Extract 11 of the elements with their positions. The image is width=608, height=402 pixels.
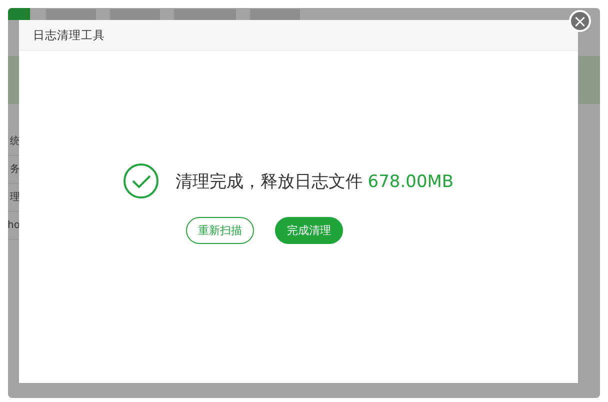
- tab[interactable]: [46, 9, 96, 20]
- rescan-button[interactable]: 重新扫描: [186, 217, 254, 244]
- result-message: 清理完成，释放日志文件 678.00MB: [175, 170, 454, 192]
- close-button[interactable]: ×: [569, 10, 591, 32]
- finish-button[interactable]: 完成清理: [275, 217, 343, 244]
- tab[interactable]: [250, 9, 300, 20]
- tab[interactable]: [110, 9, 160, 20]
- tab[interactable]: [8, 8, 30, 20]
- tab[interactable]: [174, 9, 236, 20]
- check-circle-icon: [123, 163, 160, 199]
- dialog-title: 日志清理工具: [33, 28, 105, 42]
